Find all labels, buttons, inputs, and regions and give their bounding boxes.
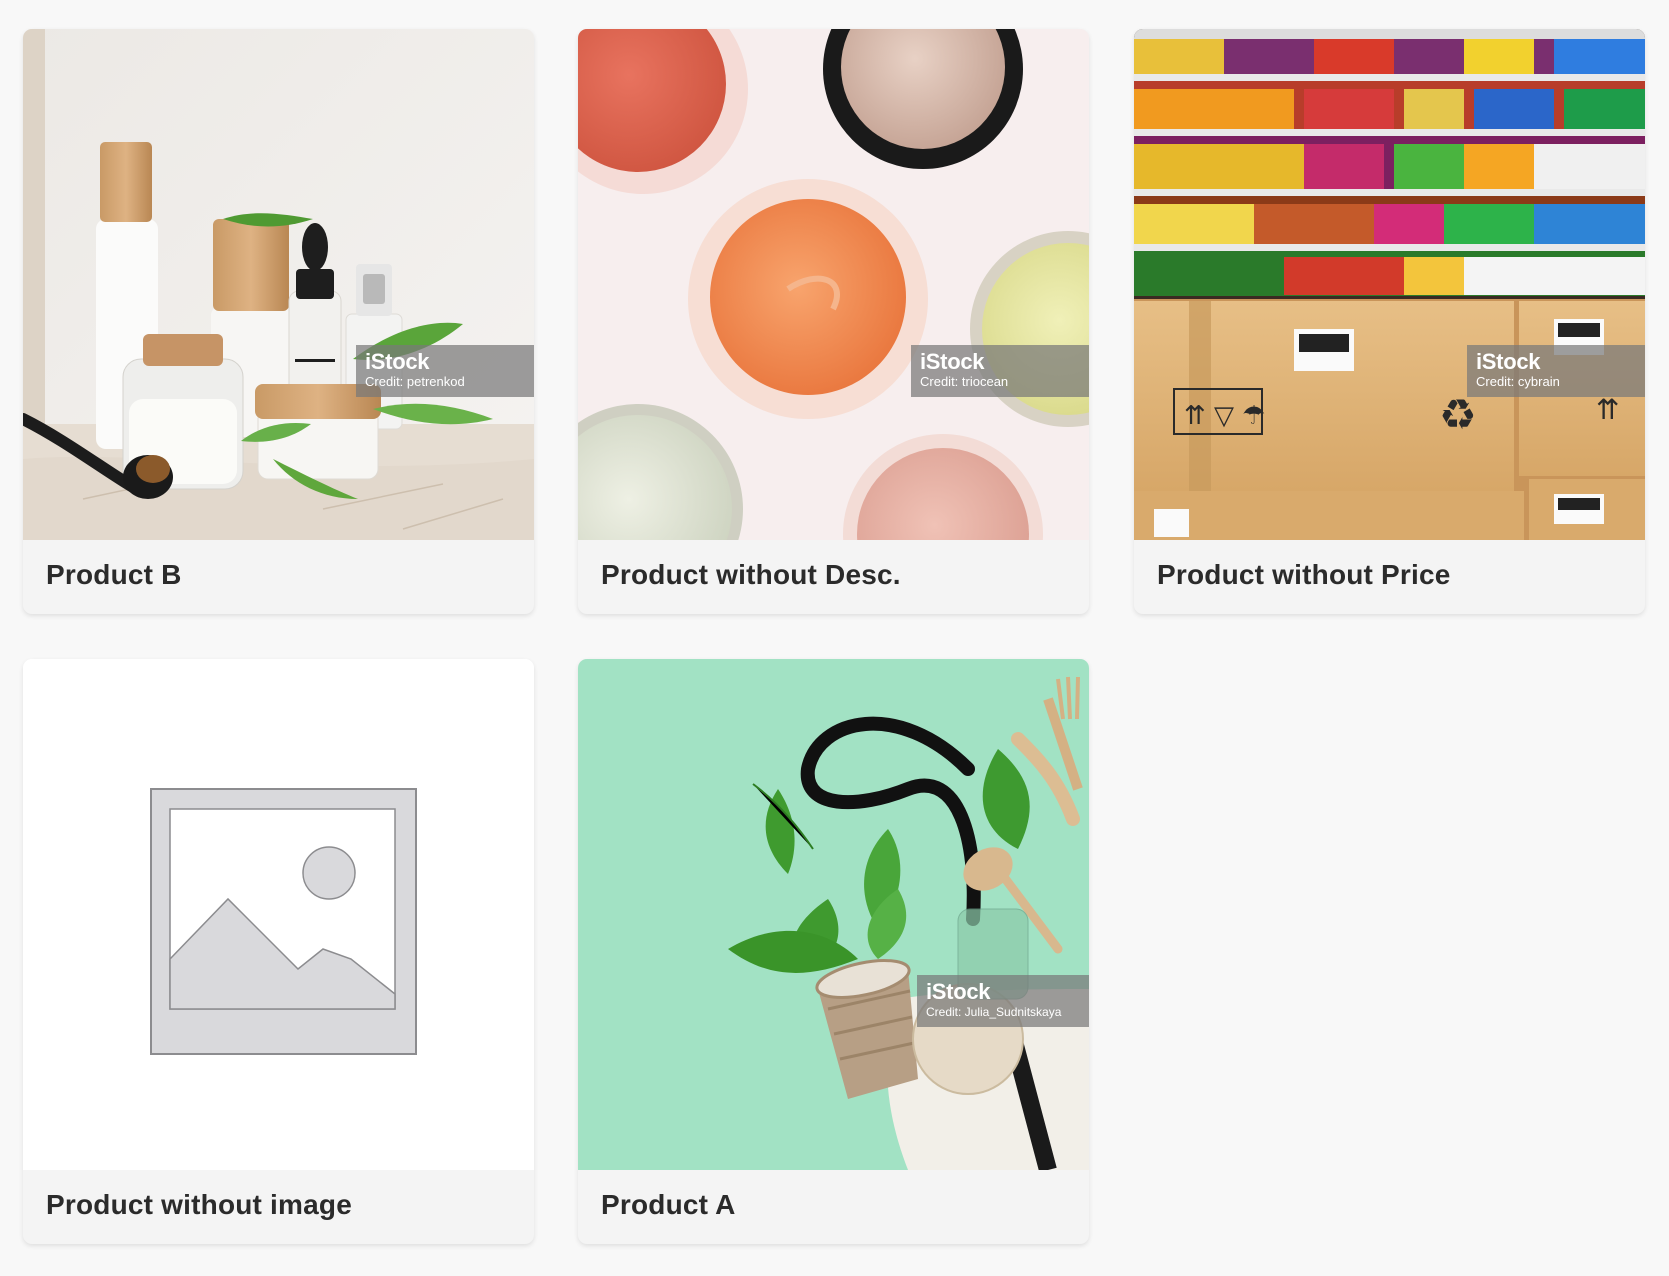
product-image[interactable]	[23, 659, 534, 1170]
product-card[interactable]: iStock Credit: triocean Product without …	[578, 29, 1089, 614]
svg-text:⇈ ▽ ☂: ⇈ ▽ ☂	[1184, 401, 1266, 431]
product-card[interactable]: iStock Credit: petrenkod Product B	[23, 29, 534, 614]
product-card[interactable]: Product without image	[23, 659, 534, 1244]
product-title[interactable]: Product B	[46, 559, 182, 591]
watermark-brand: iStock	[1476, 349, 1541, 374]
product-card[interactable]: iStock Credit: Julia_Sudnitskaya Product…	[578, 659, 1089, 1244]
watermark-brand: iStock	[926, 979, 991, 1004]
watermark-badge: iStock Credit: petrenkod	[356, 345, 534, 397]
watermark-badge: iStock Credit: cybrain	[1467, 345, 1645, 397]
watermark-credit: Credit: petrenkod	[365, 374, 465, 389]
watermark-credit: Credit: Julia_Sudnitskaya	[926, 1005, 1062, 1019]
watermark-brand: iStock	[365, 349, 430, 374]
watermark-credit: Credit: cybrain	[1476, 374, 1560, 389]
cosmetics-photo	[23, 29, 534, 540]
product-grid: iStock Credit: petrenkod Product B iStoc…	[0, 0, 1669, 1276]
product-image[interactable]: iStock Credit: petrenkod	[23, 29, 534, 540]
watermark-badge: iStock Credit: triocean	[911, 345, 1089, 397]
placeholder-image-icon	[23, 659, 534, 1170]
product-title[interactable]: Product A	[601, 1189, 736, 1221]
svg-text:♻: ♻	[1439, 390, 1477, 439]
watermark-badge: iStock Credit: Julia_Sudnitskaya	[917, 975, 1089, 1027]
product-card[interactable]: ⇈ ▽ ☂ ♻ ⇈ iStock Credit: cybrain Product…	[1134, 29, 1645, 614]
product-title[interactable]: Product without Desc.	[601, 559, 901, 591]
watermark-credit: Credit: triocean	[920, 374, 1009, 389]
product-image[interactable]: ⇈ ▽ ☂ ♻ ⇈ iStock Credit: cybrain	[1134, 29, 1645, 540]
product-title[interactable]: Product without image	[46, 1189, 352, 1221]
watermark-brand: iStock	[920, 349, 985, 374]
warehouse-photo: ⇈ ▽ ☂ ♻ ⇈	[1134, 29, 1645, 540]
product-title[interactable]: Product without Price	[1157, 559, 1451, 591]
product-image[interactable]: iStock Credit: triocean	[578, 29, 1089, 540]
cosmetic-jars-photo	[578, 29, 1089, 540]
product-image[interactable]: iStock Credit: Julia_Sudnitskaya	[578, 659, 1089, 1170]
eco-bag-photo	[578, 659, 1089, 1170]
svg-text:⇈: ⇈	[1596, 393, 1619, 426]
